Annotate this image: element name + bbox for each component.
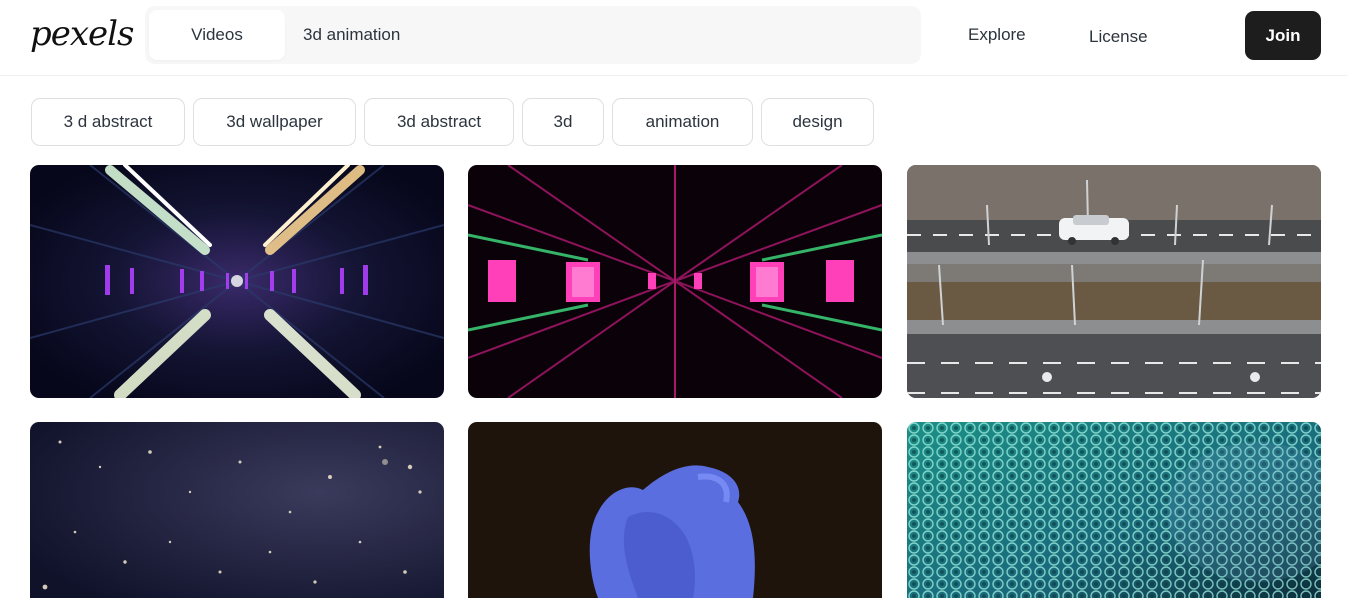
logo-text: pexels	[30, 14, 135, 54]
blue-blob-image	[468, 422, 882, 598]
video-thumbnail-highway-car[interactable]	[907, 165, 1321, 398]
search-input[interactable]	[303, 20, 903, 50]
related-search-chip[interactable]: animation	[612, 98, 753, 146]
neon-tunnel-image	[30, 165, 444, 398]
video-thumbnail-neon-tunnel[interactable]	[30, 165, 444, 398]
space-particles-image	[30, 422, 444, 598]
related-search-chip[interactable]: 3d abstract	[364, 98, 514, 146]
video-thumbnail-blue-blob[interactable]	[468, 422, 882, 598]
search-bar: Videos	[145, 6, 921, 64]
media-type-dropdown[interactable]: Videos	[149, 10, 285, 60]
pink-corridor-image	[468, 165, 882, 398]
related-search-chip[interactable]: 3d	[522, 98, 604, 146]
license-link[interactable]: License	[1089, 26, 1148, 48]
join-button[interactable]: Join	[1245, 11, 1321, 60]
related-search-chip[interactable]: 3 d abstract	[31, 98, 185, 146]
pexels-logo[interactable]: pexels	[30, 14, 135, 56]
highway-car-image	[907, 165, 1321, 398]
video-thumbnail-space-particles[interactable]	[30, 422, 444, 598]
explore-link[interactable]: Explore	[968, 24, 1026, 46]
video-thumbnail-pink-corridor[interactable]	[468, 165, 882, 398]
related-search-chip[interactable]: design	[761, 98, 874, 146]
teal-pattern-image	[907, 422, 1321, 598]
top-navigation-bar: pexels Videos Explore License Join	[0, 0, 1348, 76]
related-search-chip[interactable]: 3d wallpaper	[193, 98, 356, 146]
video-thumbnail-teal-pattern[interactable]	[907, 422, 1321, 598]
